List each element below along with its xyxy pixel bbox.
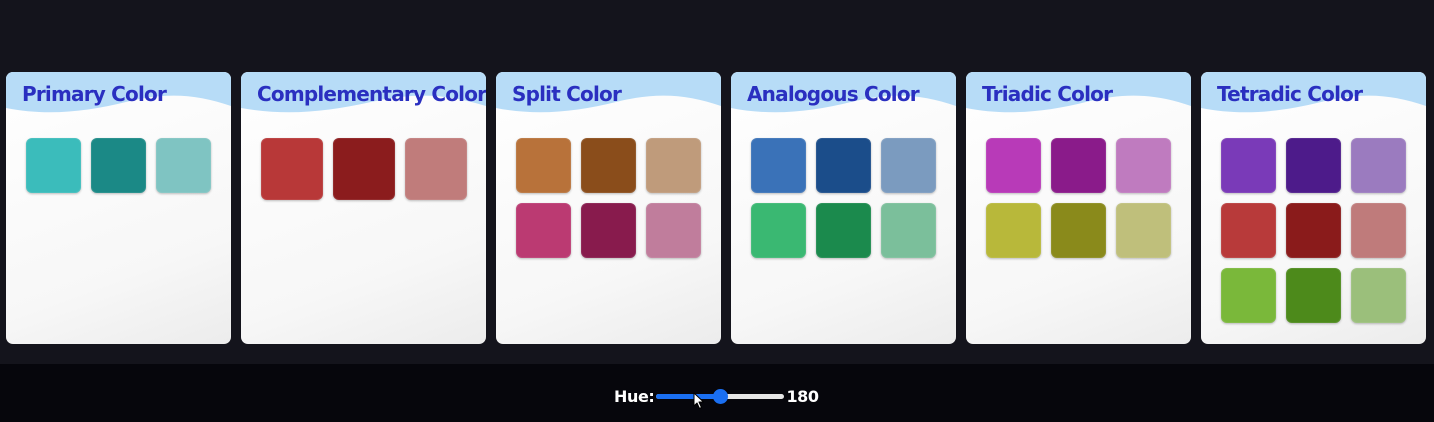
color-swatch[interactable] — [1221, 138, 1276, 193]
swatch-grid — [261, 138, 467, 200]
color-swatch[interactable] — [751, 138, 806, 193]
hue-slider[interactable] — [656, 388, 785, 404]
color-swatch[interactable] — [986, 203, 1041, 258]
color-swatch[interactable] — [1051, 203, 1106, 258]
color-swatch[interactable] — [646, 138, 701, 193]
color-swatch[interactable] — [816, 203, 871, 258]
color-swatch[interactable] — [646, 203, 701, 258]
color-swatch[interactable] — [156, 138, 211, 193]
card-complementary-color: Complementary Color — [241, 72, 486, 344]
color-swatch[interactable] — [1116, 138, 1171, 193]
color-swatch[interactable] — [1286, 268, 1341, 323]
hue-label: Hue: — [614, 386, 655, 406]
color-swatch[interactable] — [881, 138, 936, 193]
hue-slider-thumb[interactable] — [713, 389, 729, 404]
card-triadic-color: Triadic Color — [966, 72, 1191, 344]
color-swatch[interactable] — [1286, 138, 1341, 193]
color-swatch[interactable] — [405, 138, 467, 200]
color-swatch[interactable] — [1351, 138, 1406, 193]
color-swatch[interactable] — [1221, 268, 1276, 323]
swatch-grid — [26, 138, 211, 193]
color-swatch[interactable] — [333, 138, 395, 200]
palette-cards: Primary Color Complementary Color Split … — [6, 72, 1426, 344]
color-swatch[interactable] — [1351, 203, 1406, 258]
card-title: Tetradic Color — [1217, 82, 1363, 106]
card-analogous-color: Analogous Color — [731, 72, 956, 344]
color-swatch[interactable] — [751, 203, 806, 258]
color-swatch[interactable] — [26, 138, 81, 193]
swatch-grid — [516, 138, 701, 258]
swatch-grid — [986, 138, 1171, 258]
color-swatch[interactable] — [1286, 203, 1341, 258]
color-swatch[interactable] — [91, 138, 146, 193]
color-swatch[interactable] — [1051, 138, 1106, 193]
color-swatch[interactable] — [816, 138, 871, 193]
card-title: Analogous Color — [747, 82, 920, 106]
color-swatch[interactable] — [516, 138, 571, 193]
hue-value: 180 — [786, 386, 819, 406]
color-swatch[interactable] — [581, 138, 636, 193]
color-swatch[interactable] — [986, 138, 1041, 193]
card-tetradic-color: Tetradic Color — [1201, 72, 1426, 344]
card-title: Complementary Color — [257, 82, 486, 106]
card-title: Split Color — [512, 82, 622, 106]
swatch-grid — [1221, 138, 1406, 323]
card-primary-color: Primary Color — [6, 72, 231, 344]
color-swatch[interactable] — [516, 203, 571, 258]
color-swatch[interactable] — [581, 203, 636, 258]
card-title: Primary Color — [22, 82, 167, 106]
color-swatch[interactable] — [1116, 203, 1171, 258]
card-split-color: Split Color — [496, 72, 721, 344]
mouse-pointer-icon — [693, 392, 705, 414]
color-swatch[interactable] — [1351, 268, 1406, 323]
color-swatch[interactable] — [261, 138, 323, 200]
swatch-grid — [751, 138, 936, 258]
color-swatch[interactable] — [881, 203, 936, 258]
color-swatch[interactable] — [1221, 203, 1276, 258]
hue-slider-fill — [656, 394, 721, 399]
card-title: Triadic Color — [982, 82, 1113, 106]
hue-control: Hue: 180 — [614, 385, 819, 407]
